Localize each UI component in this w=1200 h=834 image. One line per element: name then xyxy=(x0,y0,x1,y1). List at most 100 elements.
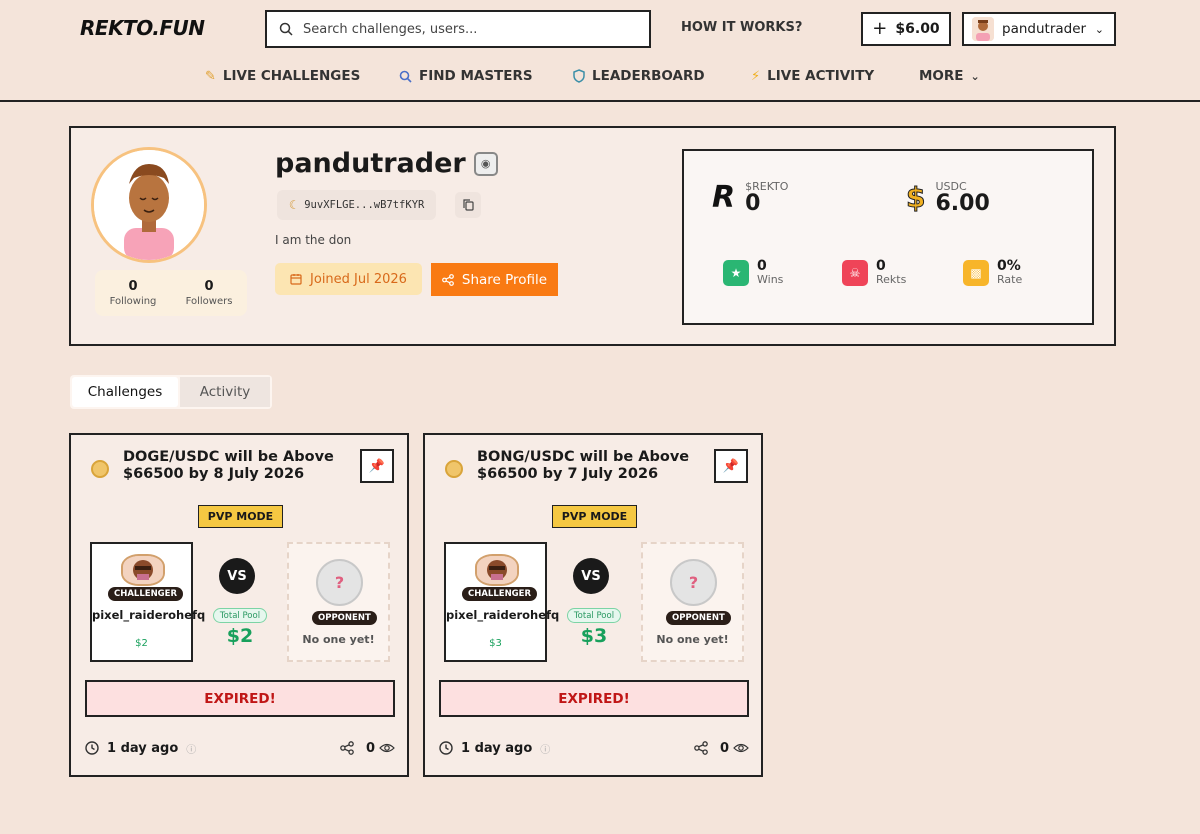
pin-icon: 📌 xyxy=(368,458,386,474)
skull-icon: ☠ xyxy=(842,259,868,286)
profile-username-text: pandutrader xyxy=(275,148,466,179)
nav-more-label: MORE xyxy=(919,68,964,84)
total-pool-label: Total Pool xyxy=(567,608,621,623)
logo[interactable]: REKTO.FUN xyxy=(80,16,205,40)
add-funds-button[interactable]: + $6.00 xyxy=(861,12,951,46)
nav-find-masters[interactable]: FIND MASTERS xyxy=(399,68,533,84)
challenger-box[interactable]: CHALLENGER pixel_raiderohefq $3 xyxy=(444,542,559,662)
copy-icon xyxy=(462,199,474,211)
card-footer: 1 day ago ⓘ 0 xyxy=(439,738,749,758)
challenger-label: CHALLENGER xyxy=(462,587,538,601)
pin-button[interactable]: 📌 xyxy=(714,449,748,483)
info-icon[interactable]: ⓘ xyxy=(540,741,550,756)
avatar xyxy=(972,17,994,41)
pvp-mode-badge: PVP MODE xyxy=(552,505,637,528)
stats-panel: R $REKTO 0 $ USDC 6.00 ★ 0 Wins ☠ 0 Rekt… xyxy=(682,149,1094,325)
clock-icon xyxy=(85,741,99,755)
challenger-box[interactable]: CHALLENGER pixel_raiderohefq $2 xyxy=(90,542,206,662)
followers-label: Followers xyxy=(185,296,233,307)
clock-icon xyxy=(439,741,453,755)
search-icon xyxy=(279,22,293,36)
pin-button[interactable]: 📌 xyxy=(360,449,394,483)
wins-stat: ★ 0 Wins xyxy=(723,259,783,286)
wallet-icon: ☾ xyxy=(289,198,297,212)
wins-value: 0 xyxy=(757,258,767,274)
share-profile-label: Share Profile xyxy=(461,271,548,288)
nav-live-challenges[interactable]: ✎ LIVE CHALLENGES xyxy=(205,68,360,84)
shield-icon xyxy=(573,69,585,83)
copy-button[interactable] xyxy=(455,192,481,218)
rekto-logo-icon: R xyxy=(712,179,736,215)
view-count-value: 0 xyxy=(719,740,729,756)
user-menu-name: pandutrader xyxy=(1002,21,1087,37)
nav-leaderboard[interactable]: LEADERBOARD xyxy=(573,68,705,84)
coin-icon xyxy=(445,460,463,478)
challenger-avatar xyxy=(475,554,519,586)
share-profile-button[interactable]: Share Profile xyxy=(431,263,558,296)
search-input[interactable] xyxy=(303,21,623,37)
nav-find-masters-label: FIND MASTERS xyxy=(419,68,533,84)
view-count: 0 xyxy=(720,741,749,756)
eye-icon xyxy=(379,743,395,753)
challenger-avatar xyxy=(121,554,165,586)
rate-stat: ▩ 0% Rate xyxy=(963,259,1022,286)
chevron-down-icon: ⌄ xyxy=(1094,22,1104,36)
rate-label: Rate xyxy=(997,273,1023,286)
search-bar[interactable] xyxy=(265,10,651,48)
lightning-icon: ⚡ xyxy=(751,68,761,84)
user-menu-button[interactable]: pandutrader ⌄ xyxy=(962,12,1116,46)
challenge-title: DOGE/USDC will be Above $66500 by 8 July… xyxy=(123,449,334,482)
joined-badge: Joined Jul 2026 xyxy=(275,263,422,295)
rekts-value: 0 xyxy=(876,258,886,274)
opponent-slot[interactable]: ? OPPONENT No one yet! xyxy=(641,542,744,662)
challenger-name: pixel_raiderohefq xyxy=(92,608,206,622)
share-icon[interactable] xyxy=(340,741,354,755)
calendar-icon xyxy=(290,274,302,285)
opponent-slot[interactable]: ? OPPONENT No one yet! xyxy=(287,542,390,662)
challenge-title: BONG/USDC will be Above $66500 by 7 July… xyxy=(477,449,690,482)
balance-value: $6.00 xyxy=(895,21,940,37)
followers-count: 0 xyxy=(204,279,214,294)
info-icon[interactable]: ⓘ xyxy=(186,741,196,756)
tab-challenges[interactable]: Challenges xyxy=(72,377,178,407)
followers-stat[interactable]: 0 Followers xyxy=(171,270,247,316)
card-actions: 0 xyxy=(340,741,395,756)
follow-stats: 0 Following 0 Followers xyxy=(95,270,247,316)
pin-icon: 📌 xyxy=(722,458,740,474)
challenger-amount: $3 xyxy=(489,638,502,649)
rekto-value: 0 xyxy=(745,190,761,216)
challenge-card[interactable]: BONG/USDC will be Above $66500 by 7 July… xyxy=(423,433,763,777)
tab-activity[interactable]: Activity xyxy=(180,377,270,407)
trophy-icon: ★ xyxy=(723,259,749,286)
wins-label: Wins xyxy=(757,273,784,286)
share-icon[interactable] xyxy=(694,741,708,755)
rekts-label: Rekts xyxy=(876,273,907,286)
eye-icon xyxy=(733,743,749,753)
nav-live-activity-label: LIVE ACTIVITY xyxy=(767,68,875,84)
profile-username: pandutrader ◉ xyxy=(275,148,498,179)
question-icon: ? xyxy=(316,559,363,606)
wallet-address-text: 9uvXFLGE...wB7tfKYR xyxy=(304,199,425,211)
status-banner: EXPIRED! xyxy=(85,680,395,717)
share-icon xyxy=(441,273,454,286)
verified-icon: ◉ xyxy=(473,151,498,176)
search-icon xyxy=(399,70,412,83)
nav-more[interactable]: MORE ⌄ xyxy=(919,68,980,84)
following-count: 0 xyxy=(128,279,138,294)
card-footer: 1 day ago ⓘ 0 xyxy=(85,738,395,758)
rekto-balance: R $REKTO 0 xyxy=(712,169,788,225)
nav-live-activity[interactable]: ⚡ LIVE ACTIVITY xyxy=(751,68,874,84)
status-banner: EXPIRED! xyxy=(439,680,749,717)
pvp-mode-badge: PVP MODE xyxy=(198,505,283,528)
how-it-works-link[interactable]: HOW IT WORKS? xyxy=(681,20,802,35)
opponent-text: No one yet! xyxy=(302,633,375,646)
profile-bio: I am the don xyxy=(275,233,352,247)
view-count-value: 0 xyxy=(365,740,375,756)
joined-text: Joined Jul 2026 xyxy=(310,271,407,287)
profile-card: 0 Following 0 Followers pandutrader ◉ ☾ … xyxy=(69,126,1116,346)
pencil-icon: ✎ xyxy=(205,68,216,84)
wallet-address: ☾ 9uvXFLGE...wB7tfKYR xyxy=(277,190,437,220)
following-stat[interactable]: 0 Following xyxy=(95,270,171,316)
vs-badge: VS xyxy=(573,558,609,594)
challenge-card[interactable]: DOGE/USDC will be Above $66500 by 8 July… xyxy=(69,433,409,777)
